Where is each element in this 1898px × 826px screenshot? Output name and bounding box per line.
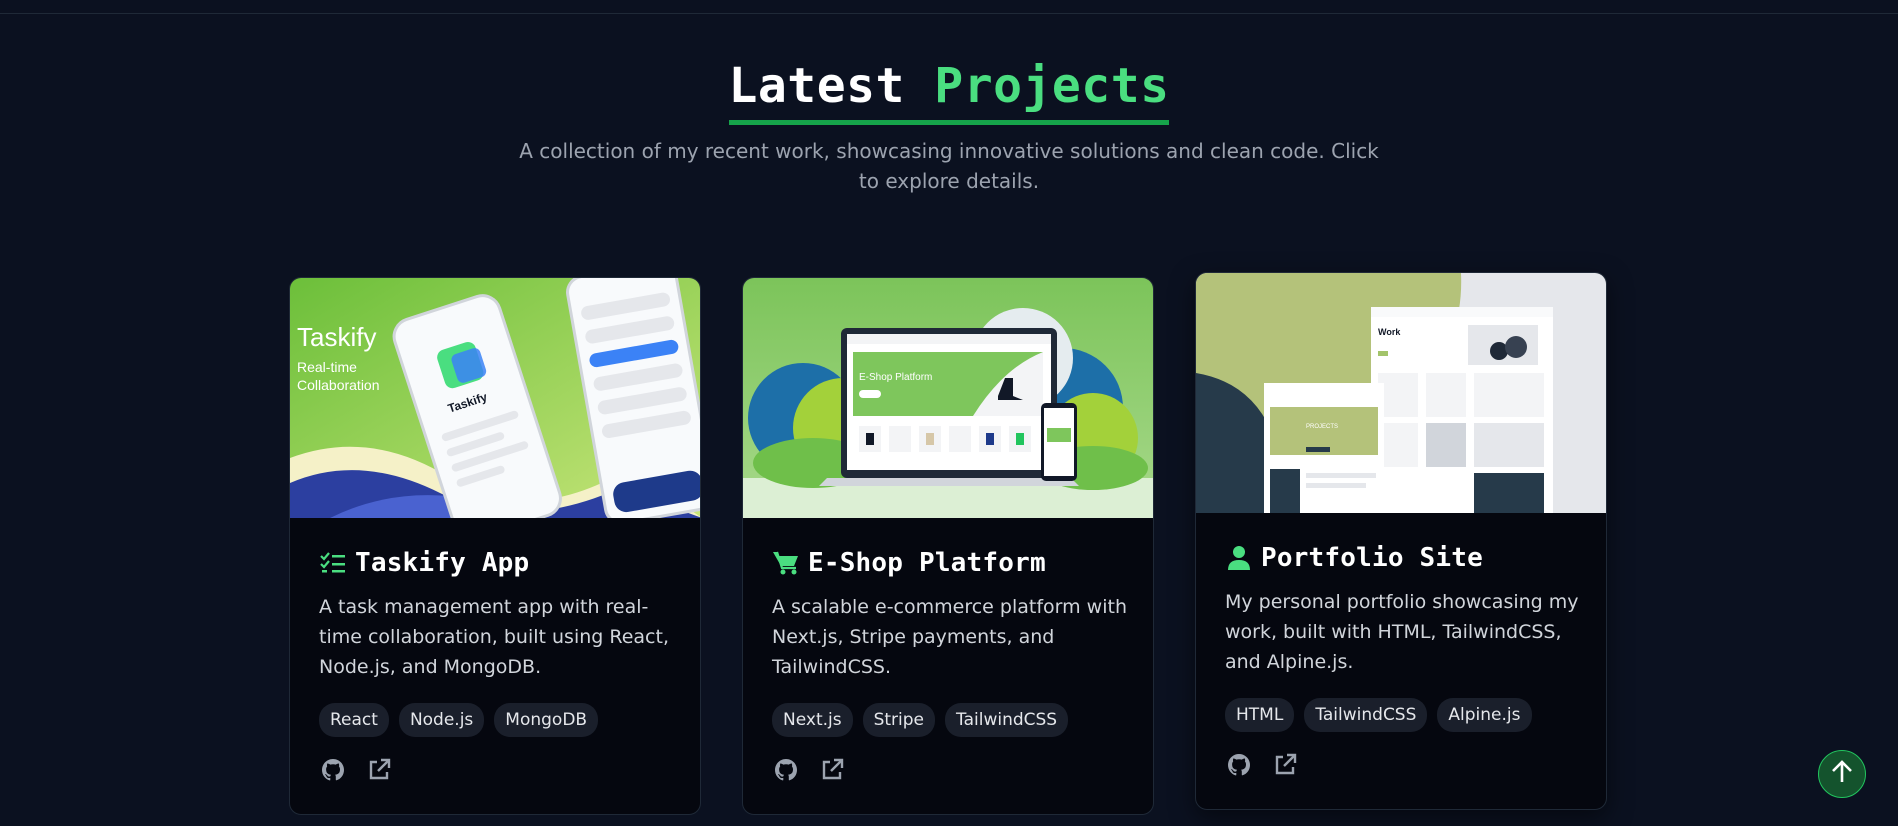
scroll-to-top-button[interactable]: [1818, 750, 1866, 798]
tag-mongodb: MongoDB: [494, 703, 599, 737]
tag-tailwindcss: TailwindCSS: [1304, 698, 1428, 732]
tag-tailwindcss: TailwindCSS: [945, 703, 1069, 737]
section-title-main: Latest: [728, 58, 905, 114]
tag-alpinejs: Alpine.js: [1437, 698, 1532, 732]
section-title-accent: Projects: [934, 58, 1170, 114]
project-links: [319, 756, 393, 784]
thumb-tagline-1: Real-time: [297, 359, 357, 375]
project-description: A scalable e-commerce platform with Next…: [772, 596, 1127, 678]
tag-react: React: [319, 703, 389, 737]
eshop-thumbnail-art: E-Shop Platform: [743, 278, 1153, 518]
project-tags: React Node.js MongoDB: [319, 703, 599, 737]
project-tags: HTML TailwindCSS Alpine.js: [1225, 698, 1532, 732]
section-subtitle: A collection of my recent work, showcasi…: [519, 139, 1379, 193]
github-icon[interactable]: [319, 756, 347, 784]
thumb-page-heading: Work: [1378, 327, 1401, 337]
checklist-icon: [319, 549, 347, 577]
tag-html: HTML: [1225, 698, 1295, 732]
project-card-eshop[interactable]: E-Shop Platform E-Shop Platform A scalab…: [742, 277, 1154, 815]
github-icon[interactable]: [772, 756, 800, 784]
project-links: [772, 756, 846, 784]
thumb-screen-heading: E-Shop Platform: [859, 372, 932, 383]
project-title-row: E-Shop Platform: [772, 548, 1046, 578]
user-icon: [1225, 544, 1253, 572]
project-links: [1225, 751, 1299, 779]
project-tags: Next.js Stripe TailwindCSS: [772, 703, 1069, 737]
project-title: E-Shop Platform: [808, 548, 1046, 578]
thumb-tagline-2: Collaboration: [297, 377, 380, 393]
external-link-icon[interactable]: [818, 756, 846, 784]
project-description: A task management app with real-time col…: [319, 596, 669, 678]
tag-nodejs: Node.js: [398, 703, 485, 737]
arrow-up-icon: [1831, 760, 1853, 788]
external-link-icon[interactable]: [365, 756, 393, 784]
section-title: Latest Projects: [728, 56, 1170, 125]
shopping-cart-icon: [772, 549, 800, 577]
project-thumbnail[interactable]: Taskify Real-time Collaboration Taskify: [290, 278, 700, 518]
tag-stripe: Stripe: [862, 703, 936, 737]
github-icon[interactable]: [1225, 751, 1253, 779]
project-description: My personal portfolio showcasing my work…: [1225, 591, 1579, 673]
project-thumbnail[interactable]: Work PROJECTS: [1196, 273, 1606, 513]
project-card-portfolio[interactable]: Work PROJECTS Portfolio Site My personal…: [1195, 272, 1607, 810]
project-thumbnail[interactable]: E-Shop Platform: [743, 278, 1153, 518]
project-title-row: Portfolio Site: [1225, 543, 1483, 573]
thumb-front-heading: PROJECTS: [1306, 424, 1338, 430]
project-title-row: Taskify App: [319, 548, 529, 578]
project-title: Taskify App: [355, 548, 530, 578]
project-title: Portfolio Site: [1261, 543, 1483, 573]
taskify-thumbnail-art: Taskify Real-time Collaboration Taskify: [290, 278, 700, 518]
tag-nextjs: Next.js: [772, 703, 853, 737]
portfolio-thumbnail-art: Work PROJECTS: [1196, 273, 1606, 513]
header-divider: [0, 13, 1898, 14]
external-link-icon[interactable]: [1271, 751, 1299, 779]
project-card-taskify[interactable]: Taskify Real-time Collaboration Taskify: [289, 277, 701, 815]
thumb-heading: Taskify: [297, 322, 376, 352]
section-heading: Latest Projects: [0, 56, 1898, 125]
